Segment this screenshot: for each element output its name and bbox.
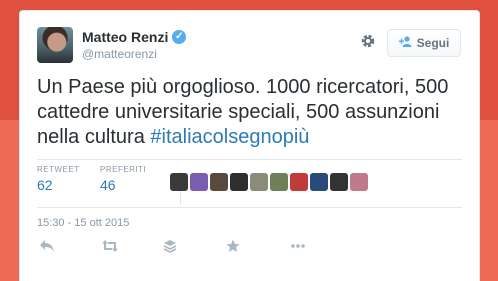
favoriter-avatar[interactable] [250, 173, 268, 191]
stats-divider-top [37, 159, 462, 160]
favoriter-avatar[interactable] [330, 173, 348, 191]
favoriter-avatar[interactable] [230, 173, 248, 191]
tweet-card: Matteo Renzi ✓ @matteorenzi Segui Un Pae… [19, 10, 480, 281]
author-row: Matteo Renzi ✓ [82, 29, 187, 45]
favoriter-avatar[interactable] [310, 173, 328, 191]
favoriter-avatar[interactable] [290, 173, 308, 191]
retweet-label: RETWEET [37, 165, 80, 174]
retweet-count[interactable]: 62 [37, 177, 80, 193]
hashtag-link[interactable]: #italiacolsegnopiù [150, 126, 309, 148]
favorites-label: PREFERITI [100, 165, 147, 174]
favorites-stat[interactable]: PREFERITI 46 [100, 165, 146, 193]
favorited-by-avatars [170, 173, 368, 191]
favoriter-avatar[interactable] [170, 173, 188, 191]
tweet-text: Un Paese più orgoglioso. 1000 ricercator… [37, 75, 467, 150]
person-plus-icon [398, 36, 413, 50]
verified-badge-icon: ✓ [172, 30, 187, 44]
favoriter-avatar[interactable] [190, 173, 208, 191]
favorites-count[interactable]: 46 [100, 177, 146, 193]
retweet-icon[interactable] [101, 239, 119, 258]
follow-button[interactable]: Segui [387, 29, 461, 57]
favoriter-avatar[interactable] [210, 173, 228, 191]
retweet-stat[interactable]: RETWEET 62 [37, 165, 80, 193]
author-handle[interactable]: @matteorenzi [82, 47, 157, 61]
gear-icon[interactable] [359, 33, 377, 51]
stats-divider-bottom [37, 207, 462, 208]
more-dots-icon[interactable] [290, 239, 306, 258]
star-icon[interactable] [226, 239, 240, 258]
tweet-actions [37, 239, 457, 257]
author-name[interactable]: Matteo Renzi [82, 29, 168, 45]
favoriter-avatar[interactable] [350, 173, 368, 191]
favoriter-avatar[interactable] [270, 173, 288, 191]
stack-icon[interactable] [163, 239, 177, 258]
follow-label: Segui [416, 36, 450, 50]
avatar[interactable] [37, 27, 73, 63]
reply-icon[interactable] [39, 239, 55, 258]
tweet-timestamp[interactable]: 15:30 - 15 ott 2015 [37, 217, 129, 229]
